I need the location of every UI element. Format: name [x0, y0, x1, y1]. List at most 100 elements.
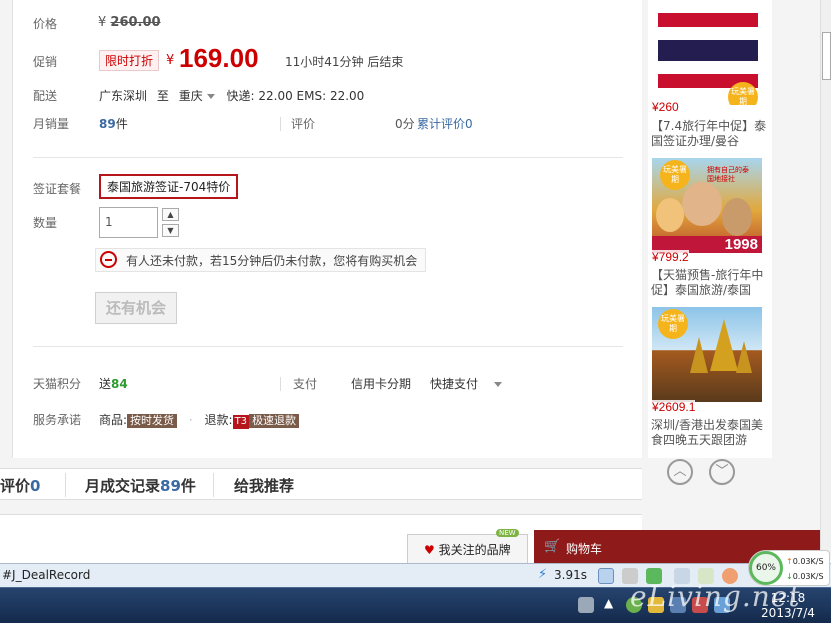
- keyboard-icon[interactable]: [578, 597, 594, 613]
- package-option-selected[interactable]: 泰国旅游签证-704特价: [99, 174, 239, 199]
- payment-warning-notice: 有人还未付款，若15分钟后仍未付款，您将有购买机会: [95, 248, 426, 272]
- divider: [280, 117, 281, 131]
- price-label: 价格: [33, 17, 58, 31]
- chevron-up-icon: ▲: [167, 210, 174, 219]
- ship-to-select[interactable]: 重庆: [179, 89, 223, 103]
- person-image: [722, 198, 752, 236]
- sidebar-next-button[interactable]: ﹀: [709, 459, 735, 485]
- service-commitments: 商品: 按时发货 · 退款: T3 极速退款: [99, 411, 300, 429]
- shipping-fees: 快递: 22.00 EMS: 22.00: [226, 89, 365, 103]
- recommendation-price-1: ¥260: [652, 100, 679, 114]
- followed-brands-button[interactable]: ♥ 我关注的品牌 NEW: [407, 529, 528, 564]
- detail-tabs: 评价0 月成交记录89件 给我推荐: [0, 468, 642, 500]
- divider: [33, 346, 623, 347]
- promo-badge: 玩美暑期: [658, 309, 688, 339]
- quantity-decrease-button[interactable]: ▼: [162, 224, 179, 237]
- followed-brands-label: 我关注的品牌: [438, 543, 511, 557]
- quantity-increase-button[interactable]: ▲: [162, 208, 179, 221]
- divider: [33, 157, 623, 158]
- recommendation-title-3[interactable]: 深圳/香港出发泰国美食四晚五天跟团游: [651, 418, 767, 448]
- original-price: ¥ 260.00: [98, 15, 161, 30]
- ship-to-city: 重庆: [178, 89, 203, 103]
- recommendation-price-3: ¥2609.1: [652, 400, 696, 414]
- tab-reviews[interactable]: 评价0: [0, 475, 40, 496]
- sidebar-prev-button[interactable]: ︿: [667, 459, 693, 485]
- recommendation-price-2: ¥799.2: [652, 250, 689, 264]
- tab-monthly-records[interactable]: 月成交记录89件: [85, 475, 196, 496]
- recommendation-title-2[interactable]: 【天猫预售-旅行年中促】泰国旅游/泰国: [651, 268, 767, 298]
- status-url: #J_DealRecord: [2, 568, 91, 582]
- cart-icon: 🛒: [544, 539, 561, 554]
- on-time-shipping-tag[interactable]: 按时发货: [127, 414, 178, 428]
- thumb-caption: 拥有自己的泰国地接社: [707, 166, 749, 183]
- minus-circle-icon: [100, 251, 117, 268]
- tab-reviews-label: 评价: [0, 477, 31, 495]
- monthly-sales-count: 89: [99, 117, 116, 131]
- refund-prefix: 退款:: [204, 413, 233, 427]
- still-chance-button[interactable]: 还有机会: [95, 292, 177, 324]
- promo-badge: 玩美暑期: [728, 82, 758, 105]
- monthly-sales: 89件: [99, 115, 128, 132]
- chevron-down-icon: ﹀: [715, 464, 729, 479]
- tab-recommend[interactable]: 给我推荐: [234, 475, 294, 496]
- cart-label: 购物车: [566, 542, 603, 556]
- review-score: 0分: [395, 117, 415, 131]
- payment-quick-select[interactable]: 快捷支付: [430, 375, 510, 392]
- original-price-currency: ¥: [98, 15, 107, 30]
- original-price-value: 260.00: [110, 15, 161, 30]
- payment-credit: 信用卡分期: [351, 377, 412, 391]
- page-load-time: 3.91s: [554, 568, 587, 582]
- goods-prefix: 商品:: [99, 413, 128, 427]
- monthly-sales-label: 月销量: [33, 117, 70, 131]
- recommendation-sidebar: 玩美暑期 ¥260 【7.4旅行年中促】泰国签证办理/曼谷 玩美暑期 拥有自己的…: [648, 0, 772, 458]
- recommendation-thumb-3[interactable]: 玩美暑期: [652, 307, 762, 402]
- temple-spire-image: [710, 319, 738, 371]
- lightning-icon: ⚡: [538, 567, 548, 582]
- review-label: 评价: [291, 117, 316, 131]
- tab-records-unit: 件: [180, 477, 196, 495]
- warning-text: 有人还未付款，若15分钟后仍未付款，您将有购买机会: [126, 254, 418, 268]
- heart-icon: ♥: [424, 543, 435, 557]
- ship-to-word: 至: [156, 89, 169, 103]
- tab-records-label: 月成交记录: [85, 477, 161, 495]
- scrollbar[interactable]: [820, 0, 831, 560]
- chevron-down-icon: [494, 381, 503, 387]
- monthly-sales-unit: 件: [115, 117, 128, 131]
- divider: [65, 473, 66, 497]
- delivery-info: 广东深圳 至 重庆 快递: 22.00 EMS: 22.00: [99, 87, 364, 104]
- recommendation-thumb-1[interactable]: 玩美暑期: [652, 10, 762, 105]
- thumb-banner-number: 1998: [724, 236, 758, 253]
- points-info: 送84: [99, 375, 128, 392]
- promo-label: 促销: [33, 55, 58, 69]
- payment-quick: 快捷支付: [430, 377, 479, 391]
- payment-label: 支付: [293, 377, 318, 391]
- points-label: 天猫积分: [33, 377, 82, 391]
- temple-spire-image: [736, 341, 752, 373]
- arrow-up-icon: ↑: [786, 557, 793, 566]
- quantity-label: 数量: [33, 216, 58, 230]
- watermark: eLiving.net: [630, 580, 801, 613]
- promo-price: 169.00: [179, 43, 259, 73]
- scrollbar-thumb[interactable]: [822, 32, 831, 80]
- new-badge: NEW: [496, 529, 519, 537]
- refund-code-badge: T3: [232, 415, 250, 429]
- chevron-up-icon: ︿: [673, 464, 687, 479]
- service-label: 服务承诺: [33, 413, 82, 427]
- quantity-input[interactable]: 1: [99, 207, 158, 238]
- person-image: [682, 182, 722, 226]
- fast-refund-tag[interactable]: 极速退款: [249, 414, 300, 428]
- product-page: 价格 ¥ 260.00 促销 限时打折 ¥ 169.00 11小时41分钟 后结…: [0, 0, 831, 560]
- points-value: 84: [111, 377, 128, 391]
- upload-speed: ↑0.03K/S: [786, 557, 824, 566]
- recommendation-thumb-2[interactable]: 玩美暑期 拥有自己的泰国地接社 1998: [652, 158, 762, 253]
- promo-badge: 玩美暑期: [660, 160, 690, 190]
- package-label: 签证套餐: [33, 182, 82, 196]
- promo-tag-badge: 限时打折: [99, 50, 160, 71]
- delivery-label: 配送: [33, 89, 58, 103]
- recommendation-title-1[interactable]: 【7.4旅行年中促】泰国签证办理/曼谷: [651, 119, 767, 149]
- compat-view-icon[interactable]: [598, 568, 614, 584]
- thailand-flag-icon: [658, 13, 758, 88]
- tray-expand-icon[interactable]: ▲: [604, 596, 613, 610]
- tab-reviews-count: 0: [30, 477, 41, 495]
- cumulative-reviews-link[interactable]: 累计评价0: [417, 115, 473, 132]
